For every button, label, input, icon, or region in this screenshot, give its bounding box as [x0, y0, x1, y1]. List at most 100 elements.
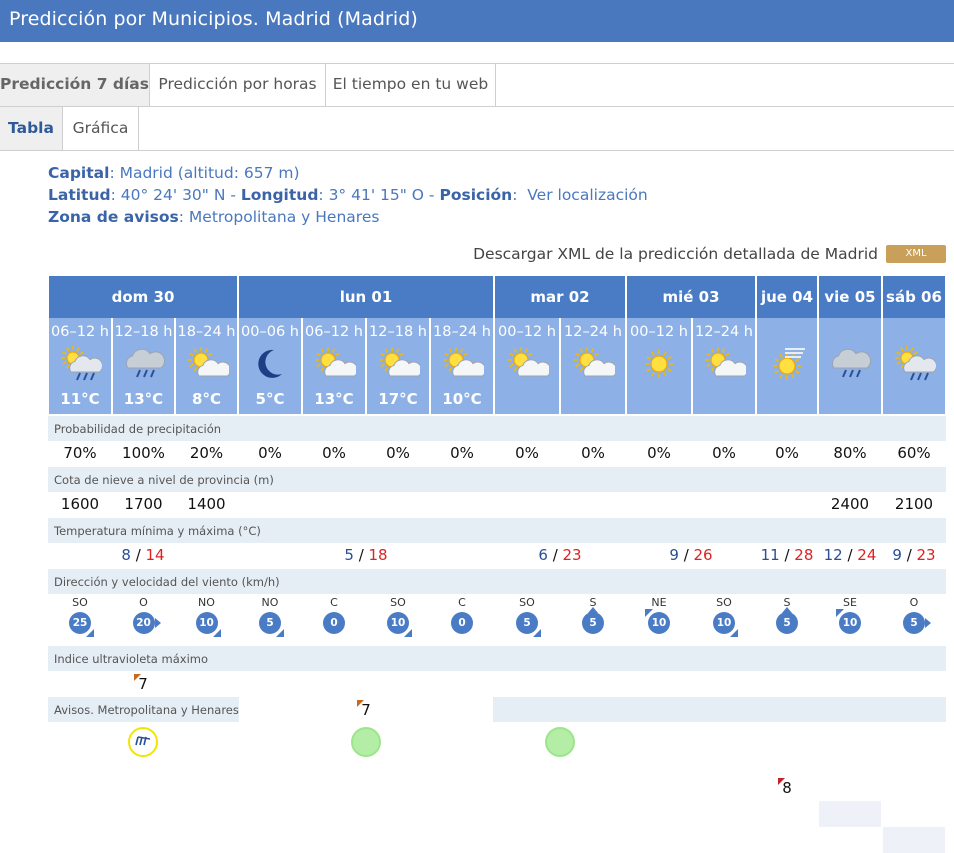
period-header: [819, 318, 881, 414]
wind-direction: SO: [716, 596, 732, 609]
wind-direction: NO: [198, 596, 215, 609]
precip-value: 70%: [49, 441, 111, 467]
precip-value: 0%: [757, 441, 817, 467]
cota-value: [431, 492, 493, 518]
uv-level-icon: [357, 700, 364, 707]
wind-cell: S5: [561, 594, 625, 646]
tab-grafica[interactable]: Gráfica: [63, 107, 139, 150]
wind-cell: SE 10: [819, 594, 881, 646]
temp-separator: /: [353, 546, 369, 564]
temp-max: 23: [562, 546, 582, 564]
wind-direction: C: [330, 596, 338, 609]
period-temp: 11°C: [60, 390, 100, 408]
period-temp: 13°C: [123, 390, 164, 408]
precip-value: 20%: [176, 441, 237, 467]
cota-value: [367, 492, 429, 518]
zona-avisos-value: : Metropolitana y Henares: [178, 208, 380, 226]
wind-direction: O: [139, 596, 148, 609]
period-temp: 17°C: [378, 390, 418, 408]
temp-min-max: 9 / 23: [883, 543, 945, 569]
section-uv: Indice ultravioleta máximo: [48, 646, 946, 671]
temp-min: 12: [823, 546, 843, 564]
wind-cell: SO 10: [693, 594, 755, 646]
position-separator: :: [512, 186, 518, 204]
wind-speed-badge: 5: [516, 612, 541, 637]
uv-level-icon: [778, 778, 785, 785]
wind-arrow-icon: [588, 607, 598, 613]
cota-value: 1600: [49, 492, 111, 518]
temp-separator: /: [130, 546, 146, 564]
latitude-value: : 40° 24' 30" N -: [110, 186, 241, 204]
period-temp: 13°C: [314, 390, 354, 408]
day-header: mié 03: [627, 276, 755, 318]
temp-min-max: 9 / 26: [627, 543, 755, 569]
tab-tabla[interactable]: Tabla: [0, 107, 63, 150]
wind-cell: SO 5: [495, 594, 559, 646]
wind-direction: SE: [843, 596, 857, 609]
wind-speed-badge: 5: [582, 607, 604, 634]
day-header: sáb 06: [883, 276, 945, 318]
precip-value: 0%: [627, 441, 691, 467]
temp-min-max: 5 / 18: [239, 543, 493, 569]
temp-min-max: 12 / 24: [819, 543, 881, 569]
aviso-cell: [49, 722, 237, 768]
period-label: 18–24 h: [177, 324, 236, 340]
cota-value: [693, 492, 755, 518]
temp-max: 28: [794, 546, 814, 564]
cota-value: [627, 492, 691, 518]
precip-value: 0%: [303, 441, 365, 467]
capital-value: : Madrid (altitud: 657 m): [109, 164, 300, 182]
temp-min-max: 6 / 23: [495, 543, 625, 569]
wind-direction: SO: [519, 596, 535, 609]
tab-prediccion-por-horas[interactable]: Predicción por horas: [150, 64, 326, 106]
period-label: 00–12 h: [630, 324, 688, 340]
latitude-label: Latitud: [48, 186, 111, 204]
temp-separator: /: [678, 546, 694, 564]
precip-value: 0%: [561, 441, 625, 467]
tab-tiempo-en-tu-web[interactable]: El tiempo en tu web: [326, 64, 496, 106]
cota-value: 2400: [819, 492, 881, 518]
temp-min: 8: [121, 546, 131, 564]
temp-separator: /: [901, 546, 917, 564]
precip-value: 60%: [883, 441, 945, 467]
wind-arrow-icon: [782, 607, 792, 613]
aviso-green-icon[interactable]: [545, 727, 575, 757]
period-header: 12–24 h: [693, 318, 755, 414]
view-tabs: Tabla Gráfica: [0, 107, 954, 151]
aviso-cell: [819, 722, 881, 768]
precip-value: 80%: [819, 441, 881, 467]
cota-value: [561, 492, 625, 518]
wind-speed-badge: 10: [836, 609, 861, 634]
period-label: 06–12 h: [51, 324, 109, 340]
wind-cell: C0: [303, 594, 365, 646]
wind-arrow-icon: [730, 629, 738, 637]
wind-cell: C0: [431, 594, 493, 646]
day-header: jue 04: [757, 276, 817, 318]
ver-localizacion-link[interactable]: Ver localización: [527, 186, 647, 204]
wind-arrow-icon: [404, 629, 412, 637]
wind-direction: SO: [390, 596, 406, 609]
longitude-value: : 3° 41' 15" O -: [318, 186, 440, 204]
section-precip: Probabilidad de precipitación: [48, 416, 946, 441]
aviso-cell: [757, 722, 817, 768]
aviso-green-icon[interactable]: [351, 727, 381, 757]
day-header: lun 01: [239, 276, 493, 318]
uv-index: [883, 827, 945, 853]
temp-max: 18: [368, 546, 388, 564]
wind-speed-badge: 25: [69, 612, 94, 637]
wind-direction: C: [458, 596, 466, 609]
temp-max: 26: [693, 546, 713, 564]
wind-speed-badge: 10: [195, 612, 221, 637]
tab-prediccion-7-dias[interactable]: Predicción 7 días: [0, 64, 150, 106]
aviso-wind-yellow-icon[interactable]: [128, 727, 158, 757]
temp-max: 23: [916, 546, 936, 564]
xml-download-button[interactable]: XML: [886, 245, 946, 263]
xml-download-text: Descargar XML de la predicción detallada…: [473, 245, 878, 263]
precip-value: 0%: [431, 441, 493, 467]
wind-arrow-icon: [276, 629, 284, 637]
cota-value: [239, 492, 301, 518]
temp-min: 6: [538, 546, 548, 564]
forecast-table: dom 30 lun 01 mar 02 mié 03 jue 04 vie 05 sáb …: [48, 276, 946, 853]
uv-level-icon: [134, 674, 141, 681]
wind-speed-badge: 10: [645, 609, 670, 634]
